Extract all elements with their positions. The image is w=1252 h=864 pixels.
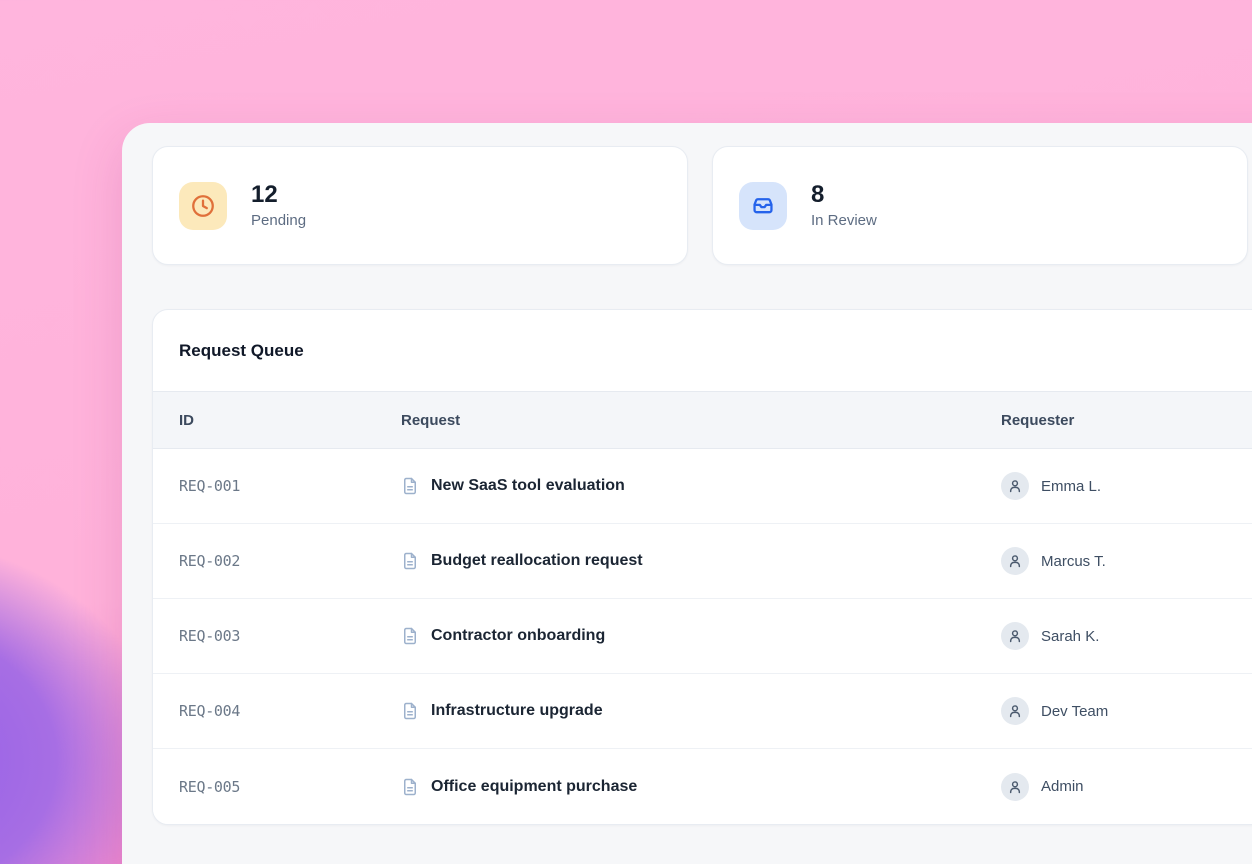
request-title: Infrastructure upgrade bbox=[431, 702, 603, 720]
document-icon bbox=[401, 552, 419, 570]
table-title-row: Request Queue bbox=[153, 310, 1252, 392]
avatar bbox=[1001, 773, 1029, 801]
request-title: New SaaS tool evaluation bbox=[431, 477, 625, 495]
avatar bbox=[1001, 547, 1029, 575]
document-icon bbox=[401, 627, 419, 645]
pending-label: Pending bbox=[251, 212, 306, 229]
in-review-stat-text: 8 In Review bbox=[811, 182, 877, 228]
avatar bbox=[1001, 622, 1029, 650]
table-row[interactable]: REQ-005 Office equipment purchase bbox=[153, 749, 1252, 824]
pending-icon-tile bbox=[179, 182, 227, 230]
document-icon bbox=[401, 702, 419, 720]
requester-name: Marcus T. bbox=[1041, 553, 1106, 570]
requester-name: Admin bbox=[1041, 778, 1084, 795]
table-title: Request Queue bbox=[179, 341, 304, 361]
stat-cards-row: 12 Pending 8 In Review bbox=[152, 146, 1252, 265]
requester-name: Dev Team bbox=[1041, 703, 1108, 720]
pending-stat-text: 12 Pending bbox=[251, 182, 306, 228]
requester-name: Emma L. bbox=[1041, 478, 1101, 495]
workspace-panel: 12 Pending 8 In Review Request Queue bbox=[122, 123, 1252, 864]
request-title: Budget reallocation request bbox=[431, 552, 643, 570]
request-id: REQ-001 bbox=[179, 477, 401, 495]
avatar bbox=[1001, 472, 1029, 500]
request-id: REQ-002 bbox=[179, 552, 401, 570]
in-review-label: In Review bbox=[811, 212, 877, 229]
table-row[interactable]: REQ-001 New SaaS tool evaluation bbox=[153, 449, 1252, 524]
document-icon bbox=[401, 778, 419, 796]
table-row[interactable]: REQ-003 Contractor onboarding bbox=[153, 599, 1252, 674]
request-id: REQ-005 bbox=[179, 778, 401, 796]
table-row[interactable]: REQ-002 Budget reallocation request bbox=[153, 524, 1252, 599]
column-header-request: Request bbox=[401, 412, 1001, 429]
request-id: REQ-004 bbox=[179, 702, 401, 720]
table-row[interactable]: REQ-004 Infrastructure upgrade bbox=[153, 674, 1252, 749]
request-title: Office equipment purchase bbox=[431, 778, 637, 796]
document-icon bbox=[401, 477, 419, 495]
column-header-id: ID bbox=[179, 412, 401, 429]
pending-stat-card[interactable]: 12 Pending bbox=[152, 146, 688, 265]
pending-count: 12 bbox=[251, 182, 306, 208]
in-review-count: 8 bbox=[811, 182, 877, 208]
table-header-row: ID Request Requester bbox=[153, 392, 1252, 449]
avatar bbox=[1001, 697, 1029, 725]
request-queue-card: Request Queue ID Request Requester REQ-0… bbox=[152, 309, 1252, 825]
in-review-stat-card[interactable]: 8 In Review bbox=[712, 146, 1248, 265]
clock-icon bbox=[190, 193, 216, 219]
inbox-icon bbox=[750, 193, 776, 219]
requester-name: Sarah K. bbox=[1041, 628, 1099, 645]
request-title: Contractor onboarding bbox=[431, 627, 605, 645]
in-review-icon-tile bbox=[739, 182, 787, 230]
request-id: REQ-003 bbox=[179, 627, 401, 645]
column-header-requester: Requester bbox=[1001, 412, 1252, 429]
